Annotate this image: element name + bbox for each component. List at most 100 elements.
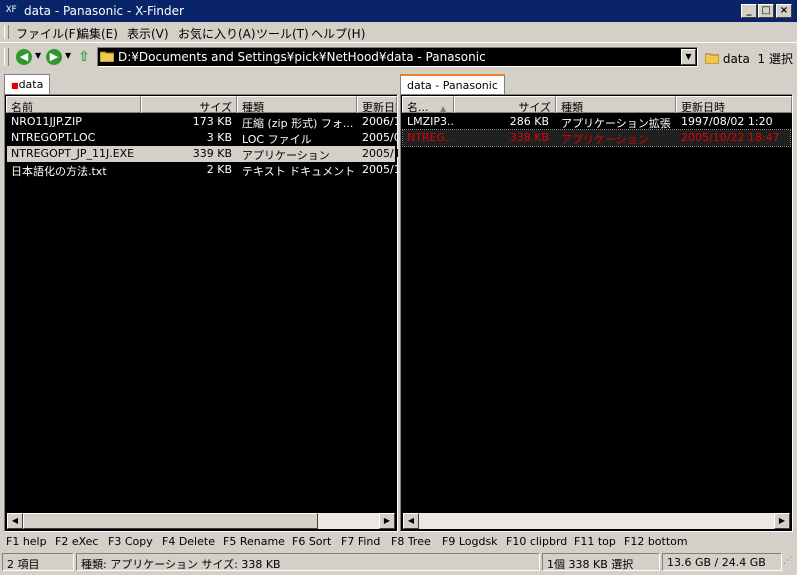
scroll-left-button[interactable]: ◀ — [7, 513, 23, 529]
fkey-f7[interactable]: F7 Find — [341, 535, 380, 548]
minimize-button[interactable]: _ — [741, 4, 757, 18]
fkey-f8[interactable]: F8 Tree — [391, 535, 431, 548]
address-input[interactable]: D:¥Documents and Settings¥pick¥NetHood¥d… — [97, 47, 698, 67]
fkey-f12[interactable]: F12 bottom — [624, 535, 688, 548]
cell-name: NTREGOPT_JP_11J.EXE — [11, 147, 135, 160]
cell-name: LMZIP3... — [407, 115, 453, 128]
tab-data-panasonic[interactable]: data - Panasonic — [400, 74, 505, 94]
right-tab-strip: data - Panasonic — [400, 72, 793, 94]
status-item-count: 2 項目 — [2, 553, 74, 571]
cell-type: アプリケーション — [242, 149, 330, 162]
status-selection: 1個 338 KB 選択 — [542, 553, 660, 571]
table-row[interactable]: LMZIP3... 286 KB アプリケーション拡張 1997/08/02 1:20 — [403, 114, 790, 130]
sort-ascending-icon: ▲ — [440, 104, 447, 113]
back-dropdown-icon[interactable]: ▼ — [35, 51, 41, 60]
app-logo-icon: XF — [6, 5, 17, 15]
fkey-f6[interactable]: F6 Sort — [292, 535, 331, 548]
status-disk-space: 13.6 GB / 24.4 GB — [662, 553, 782, 571]
window-title: data - Panasonic - X-Finder — [24, 4, 184, 18]
tab-marker-icon: ■ — [11, 81, 19, 90]
menu-favorites[interactable]: お気に入り(A) — [178, 25, 256, 42]
table-row[interactable]: NRO11JJP.ZIP 173 KB 圧縮 (zip 形式) フォ... 2006/… — [7, 114, 398, 130]
column-size[interactable]: サイズ — [454, 96, 556, 113]
cell-size: 286 KB — [509, 115, 549, 128]
fkey-f2[interactable]: F2 eXec — [55, 535, 98, 548]
right-file-list[interactable]: 名... ▲ サイズ 種類 更新日時 LMZIP3... 286 KB アプリケーシ… — [400, 94, 793, 532]
menu-edit[interactable]: 編集(E) — [77, 25, 118, 42]
maximize-button[interactable]: □ — [758, 4, 774, 18]
right-horizontal-scrollbar[interactable]: ◀ ▶ — [403, 513, 790, 529]
up-folder-icon[interactable]: ⇧ — [76, 49, 92, 65]
scroll-right-button[interactable]: ▶ — [379, 513, 395, 529]
column-type[interactable]: 種類 — [237, 96, 357, 113]
table-row[interactable]: NTREGOPT_JP_11J.EXE 339 KB アプリケーション 2005/1 — [7, 146, 398, 162]
cell-name: NTREGOPT.LOC — [11, 131, 96, 144]
table-row[interactable]: 日本語化の方法.txt 2 KB テキスト ドキュメント 2005/1 — [7, 162, 398, 178]
address-toolbar: ◀ ▼ ▶ ▼ ⇧ D:¥Documents and Settings¥pick… — [0, 44, 797, 70]
selection-count: 1 選択 — [757, 52, 793, 66]
address-dropdown-button[interactable]: ▼ — [681, 49, 696, 65]
cell-date: 2005/10/22 18:47 — [681, 131, 780, 144]
cell-size: 2 KB — [206, 163, 232, 176]
cell-type: アプリケーション拡張 — [561, 117, 671, 130]
column-date[interactable]: 更新日時 — [357, 96, 397, 113]
left-horizontal-scrollbar[interactable]: ◀ ▶ — [7, 513, 395, 529]
fkey-f11[interactable]: F11 top — [574, 535, 616, 548]
scroll-right-button[interactable]: ▶ — [774, 513, 790, 529]
address-path: D:¥Documents and Settings¥pick¥NetHood¥d… — [118, 50, 486, 64]
tab-data[interactable]: ■data — [4, 74, 51, 94]
menu-help[interactable]: ヘルプ(H) — [311, 25, 365, 42]
cell-date: 2005/1 — [362, 163, 398, 176]
left-column-header: 名前 サイズ 種類 更新日時 — [6, 96, 397, 113]
cell-date: 2006/1 — [362, 115, 398, 128]
fkey-f5[interactable]: F5 Rename — [223, 535, 285, 548]
fkey-f3[interactable]: F3 Copy — [108, 535, 153, 548]
cell-name: NRO11JJP.ZIP — [11, 115, 82, 128]
left-tab-strip: ■data — [4, 72, 398, 94]
cell-size: 173 KB — [192, 115, 232, 128]
back-arrow-icon[interactable]: ◀ — [16, 49, 32, 65]
forward-arrow-icon[interactable]: ▶ — [46, 49, 62, 65]
column-name[interactable]: 名前 — [6, 96, 141, 113]
resize-grip-icon[interactable]: ⋰ — [783, 556, 792, 566]
folder-icon — [100, 51, 114, 62]
cell-name: 日本語化の方法.txt — [11, 165, 107, 178]
column-type[interactable]: 種類 — [556, 96, 676, 113]
title-bar[interactable]: XF data - Panasonic - X-Finder _ □ × — [0, 0, 797, 22]
table-row[interactable]: NTREG... 338 KB アプリケーション 2005/10/22 18:47 — [402, 129, 791, 147]
cell-name: NTREG... — [407, 131, 453, 144]
cell-type: 圧縮 (zip 形式) フォ... — [242, 117, 354, 130]
cell-type: LOC ファイル — [242, 133, 312, 146]
left-pane: ■data 名前 サイズ 種類 更新日時 NRO11JJP.ZIP 173 KB 圧… — [4, 72, 398, 532]
cell-type: テキスト ドキュメント — [242, 165, 356, 178]
menu-view[interactable]: 表示(V) — [127, 25, 169, 42]
cell-size: 339 KB — [192, 147, 232, 160]
cell-date: 2005/1 — [362, 147, 398, 160]
column-size[interactable]: サイズ — [141, 96, 237, 113]
scroll-left-button[interactable]: ◀ — [403, 513, 419, 529]
toolbar-grip[interactable] — [4, 48, 9, 66]
toolbar-grip[interactable] — [4, 25, 9, 39]
cell-date: 1997/08/02 1:20 — [681, 115, 773, 128]
fkey-f9[interactable]: F9 Logdsk — [442, 535, 498, 548]
table-row[interactable]: NTREGOPT.LOC 3 KB LOC ファイル 2005/0 — [7, 130, 398, 146]
folder-icon — [704, 53, 720, 65]
menu-tools[interactable]: ツール(T) — [256, 25, 309, 42]
column-name[interactable]: 名... ▲ — [402, 96, 454, 113]
scroll-thumb[interactable] — [23, 513, 318, 529]
forward-dropdown-icon[interactable]: ▼ — [65, 51, 71, 60]
cell-type: アプリケーション — [561, 133, 649, 146]
menu-file[interactable]: ファイル(F) — [16, 25, 80, 42]
status-file-info: 種類: アプリケーション サイズ: 338 KB — [76, 553, 540, 571]
column-date[interactable]: 更新日時 — [676, 96, 792, 113]
close-button[interactable]: × — [776, 4, 792, 18]
cell-size: 338 KB — [509, 131, 549, 144]
fkey-f10[interactable]: F10 clipbrd — [506, 535, 567, 548]
cell-size: 3 KB — [206, 131, 232, 144]
fkey-f4[interactable]: F4 Delete — [162, 535, 215, 548]
menu-bar: ファイル(F) 編集(E) 表示(V) お気に入り(A) ツール(T) ヘルプ(… — [0, 22, 797, 43]
left-file-list[interactable]: 名前 サイズ 種類 更新日時 NRO11JJP.ZIP 173 KB 圧縮 (zip… — [4, 94, 398, 532]
right-column-header: 名... ▲ サイズ 種類 更新日時 — [402, 96, 792, 113]
fkey-f1[interactable]: F1 help — [6, 535, 47, 548]
tab-label: data — [18, 78, 44, 91]
